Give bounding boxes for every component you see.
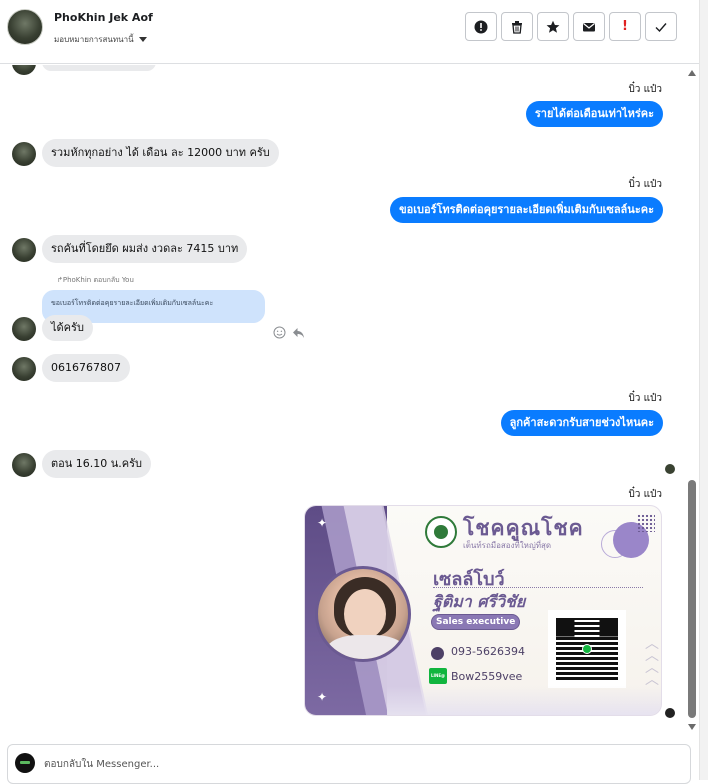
sparkle-icon: ✦ [317,516,328,530]
sales-line-id: Bow2559vee [451,670,523,683]
done-button[interactable] [645,12,677,41]
scrollbar-thumb[interactable] [688,480,696,718]
contact-avatar-small [12,65,36,75]
contact-name[interactable]: PhoKhin Jek Aof [54,11,153,24]
contact-avatar[interactable] [7,9,43,45]
exclamation-red-icon: ! [622,19,628,34]
mark-unread-button[interactable] [573,12,605,41]
incoming-message-bubble[interactable] [42,65,156,71]
sender-label: บิ๋ว แป๋ว [628,489,662,500]
assign-label: มอบหมายการสนทนานี้ [54,35,134,44]
exclamation-circle-icon [474,20,488,33]
emoji-react-icon[interactable] [273,326,286,339]
envelope-icon [583,22,595,31]
card-bottom-shade [387,686,661,715]
caret-down-icon [138,37,147,42]
spam-button[interactable]: ! [609,12,641,41]
incoming-message-bubble[interactable]: ได้ครับ [42,315,93,341]
outgoing-message-bubble[interactable]: รายได้ต่อเดือนเท่าไหร่คะ [525,101,663,127]
read-receipt-avatar [665,464,675,474]
contact-avatar-small [12,142,36,166]
report-button[interactable] [465,12,497,41]
star-button[interactable] [537,12,569,41]
read-receipt-avatar [665,708,675,718]
sender-label: บิ๋ว แป๋ว [628,179,662,190]
line-icon: LINE@ [429,668,447,684]
conversation-toolbar: ! [465,12,677,41]
contact-avatar-small [12,357,36,381]
divider [433,587,643,588]
star-icon [546,20,560,33]
decor-dot-grid [637,514,655,532]
reply-icon[interactable] [292,326,305,339]
brand-tagline: เต็นท์รถมือสองที่ใหญ่ที่สุด [463,541,552,550]
scroll-up-arrow[interactable] [688,70,696,76]
brand-logo [425,516,457,548]
qr-code [548,610,626,688]
page-avatar [15,753,35,773]
sales-role-badge: Sales executive [431,614,521,630]
incoming-message-bubble[interactable]: รถคันที่โดยยึด ผมส่ง งวดละ 7415 บาท [42,235,248,263]
contact-avatar-small [12,453,36,477]
outgoing-message-bubble[interactable]: ขอเบอร์โทรติดต่อคุยรายละเอียดเพิ่มเติมกั… [390,197,663,223]
message-composer [7,744,691,784]
reply-indicator: ↱PhoKhin ตอบกลับ You [57,276,134,284]
sales-photo [315,566,411,662]
sender-label: บิ๋ว แป๋ว [628,393,662,404]
phone-icon [431,647,444,660]
incoming-message-bubble[interactable]: ตอน 16.10 น.ครับ [42,450,152,478]
scroll-down-arrow[interactable] [688,724,696,730]
assign-conversation-dropdown[interactable]: มอบหมายการสนทนานี้ [54,33,147,46]
sales-fullname: ฐิติมา ศรีวิชัย [433,592,526,611]
message-actions [273,326,305,339]
sender-label: บิ๋ว แป๋ว [628,84,662,95]
sales-phone: 093-5626394 [451,645,525,658]
chevron-decor-icon: ︿ ︿ ︿ ︿ [645,636,659,688]
conversation-header: PhoKhin Jek Aof มอบหมายการสนทนานี้ ! [0,0,708,64]
delete-button[interactable] [501,12,533,41]
trash-icon [512,20,522,34]
outgoing-message-bubble[interactable]: ลูกค้าสะดวกรับสายช่วงไหนคะ [500,410,663,436]
contact-avatar-small [12,317,36,341]
contact-avatar-small [12,238,36,262]
reply-input[interactable] [44,755,644,773]
sparkle-icon: ✦ [317,690,328,704]
incoming-message-bubble[interactable]: รวมหักทุกอย่าง ได้ เดือน ละ 12000 บาท คร… [42,139,279,167]
check-icon [655,22,667,32]
window-edge [699,0,708,780]
message-thread: บิ๋ว แป๋ว รายได้ต่อเดือนเท่าไหร่คะ รวมหั… [0,65,684,737]
sales-nickname: เซลล์โบว์ [433,569,505,590]
incoming-message-bubble[interactable]: 0616767807 [42,354,130,382]
business-card-image[interactable]: ✦ ✦ โชคคูณโชค เต็นท์รถมือสองที่ใหญ่ที่สุ… [304,505,662,716]
